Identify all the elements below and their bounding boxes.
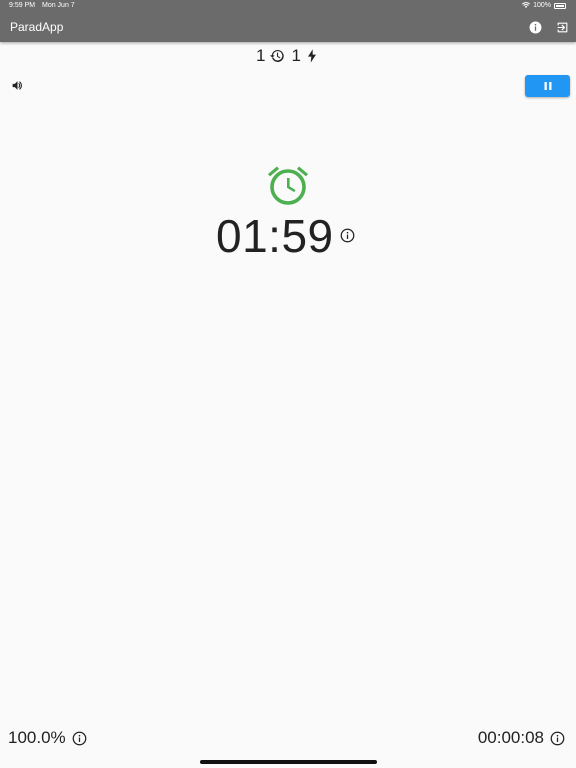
volume-icon[interactable] — [11, 79, 24, 92]
exit-icon[interactable] — [556, 21, 569, 34]
elapsed-value: 00:00:08 — [477, 728, 544, 747]
percentage-info-icon[interactable] — [72, 731, 87, 746]
timer-info-icon[interactable] — [340, 228, 355, 243]
history-count: 1 — [256, 46, 266, 65]
app-title: ParadApp — [10, 20, 64, 34]
energy-count: 1 — [291, 46, 301, 65]
battery-percent: 100% — [533, 2, 551, 9]
wifi-icon — [522, 2, 531, 9]
status-time: 9:59 PM — [9, 2, 36, 9]
history-icon — [269, 49, 284, 62]
info-icon[interactable] — [529, 21, 542, 34]
percentage-value: 100.0% — [8, 728, 66, 747]
pause-button[interactable] — [525, 75, 570, 97]
footer-elapsed: 00:00:08 — [478, 728, 565, 748]
counters: 1 1 — [0, 46, 576, 66]
app-bar: 9:59 PM Mon Jun 7 100% ParadApp — [0, 0, 576, 42]
pause-icon — [544, 82, 551, 90]
alarm-clock-icon — [268, 166, 308, 205]
home-indicator[interactable] — [200, 760, 377, 764]
footer-percentage: 100.0% — [8, 728, 87, 748]
bolt-icon — [307, 49, 316, 63]
status-right: 100% — [522, 2, 566, 9]
status-date: Mon Jun 7 — [42, 2, 75, 9]
countdown-timer: 01:59 — [216, 210, 334, 262]
battery-icon — [554, 2, 566, 9]
elapsed-info-icon[interactable] — [550, 731, 565, 746]
